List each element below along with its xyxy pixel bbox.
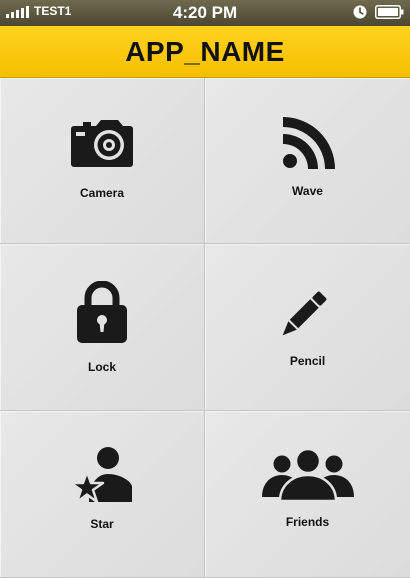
tile-label-pencil: Pencil (289, 354, 326, 368)
pencil-icon (205, 285, 410, 339)
status-time: 4:20 PM (172, 3, 238, 22)
tile-label-lock: Lock (87, 360, 116, 374)
tile-label-star: Star (90, 517, 114, 531)
tile-label-friends: Friends (285, 515, 330, 529)
menu-grid: Camera Wave Lock Pencil Star Friends (0, 78, 410, 578)
battery-icon (375, 5, 404, 19)
camera-icon (0, 119, 204, 167)
app-title: APP_NAME (125, 35, 285, 67)
status-right (353, 5, 404, 19)
tile-friends[interactable]: Friends (205, 411, 410, 578)
tile-label-wave: Wave (292, 184, 323, 198)
tile-star[interactable]: Star (0, 411, 205, 578)
user-star-icon (0, 446, 204, 508)
tile-lock[interactable]: Lock (0, 244, 205, 411)
tile-camera[interactable]: Camera (0, 78, 205, 244)
status-bar: TEST1 4:20 PM (0, 0, 410, 26)
tile-wave[interactable]: Wave (205, 78, 410, 244)
tile-pencil[interactable]: Pencil (205, 244, 410, 411)
tile-label-camera: Camera (79, 186, 125, 200)
app-header: APP_NAME (0, 26, 410, 78)
friends-icon (205, 449, 410, 501)
alarm-icon (353, 5, 367, 19)
wave-icon (205, 117, 410, 169)
lock-icon (0, 281, 204, 343)
